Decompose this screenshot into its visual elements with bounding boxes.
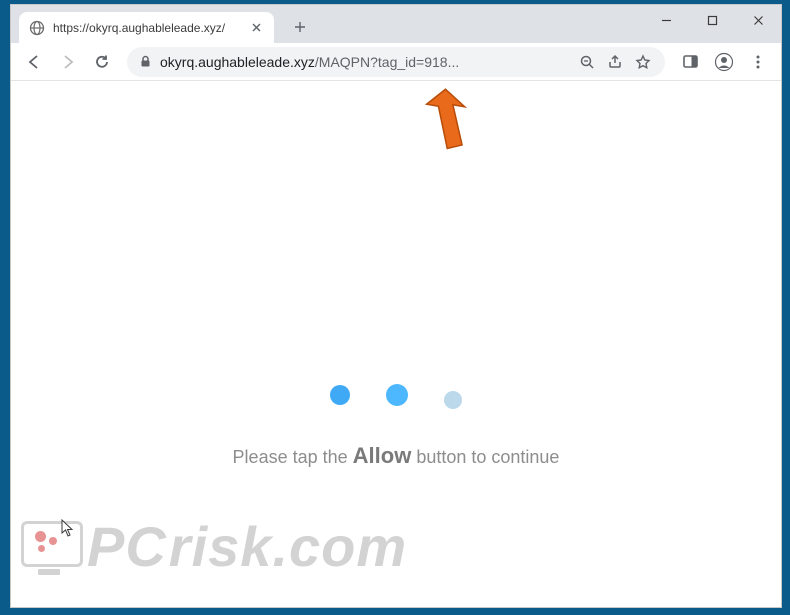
url-domain: okyrq.aughableleade.xyz	[160, 54, 315, 70]
lock-icon	[139, 55, 152, 68]
page-content: Please tap the Allow button to continue …	[11, 81, 781, 607]
menu-button[interactable]	[743, 47, 773, 77]
share-icon[interactable]	[605, 52, 625, 72]
close-tab-icon[interactable]	[248, 20, 264, 36]
window-controls	[643, 5, 781, 37]
watermark: PCrisk.com	[21, 514, 407, 579]
loading-dot	[386, 384, 408, 406]
browser-window: https://okyrq.aughableleade.xyz/	[10, 4, 782, 608]
profile-button[interactable]	[709, 47, 739, 77]
instruction-post: button to continue	[411, 447, 559, 467]
watermark-left: PC	[87, 514, 167, 579]
side-panel-button[interactable]	[675, 47, 705, 77]
monitor-icon	[21, 519, 81, 575]
minimize-button[interactable]	[643, 5, 689, 35]
new-tab-button[interactable]	[286, 13, 314, 41]
toolbar: okyrq.aughableleade.xyz/MAQPN?tag_id=918…	[11, 43, 781, 81]
instruction-pre: Please tap the	[233, 447, 353, 467]
watermark-right: risk.com	[169, 514, 407, 579]
bookmark-icon[interactable]	[633, 52, 653, 72]
loading-animation	[330, 381, 462, 409]
maximize-button[interactable]	[689, 5, 735, 35]
url-path: /MAQPN?tag_id=918...	[315, 54, 459, 70]
instruction-bold: Allow	[353, 443, 412, 468]
forward-button[interactable]	[53, 47, 83, 77]
close-window-button[interactable]	[735, 5, 781, 35]
loading-dot	[330, 385, 350, 405]
reload-button[interactable]	[87, 47, 117, 77]
zoom-icon[interactable]	[577, 52, 597, 72]
address-bar[interactable]: okyrq.aughableleade.xyz/MAQPN?tag_id=918…	[127, 47, 665, 77]
url-text: okyrq.aughableleade.xyz/MAQPN?tag_id=918…	[160, 54, 569, 70]
titlebar: https://okyrq.aughableleade.xyz/	[11, 5, 781, 43]
instruction-text: Please tap the Allow button to continue	[11, 443, 781, 469]
tab-title: https://okyrq.aughableleade.xyz/	[53, 21, 240, 35]
loading-dot	[444, 391, 462, 409]
back-button[interactable]	[19, 47, 49, 77]
globe-icon	[29, 20, 45, 36]
browser-tab[interactable]: https://okyrq.aughableleade.xyz/	[19, 12, 274, 43]
